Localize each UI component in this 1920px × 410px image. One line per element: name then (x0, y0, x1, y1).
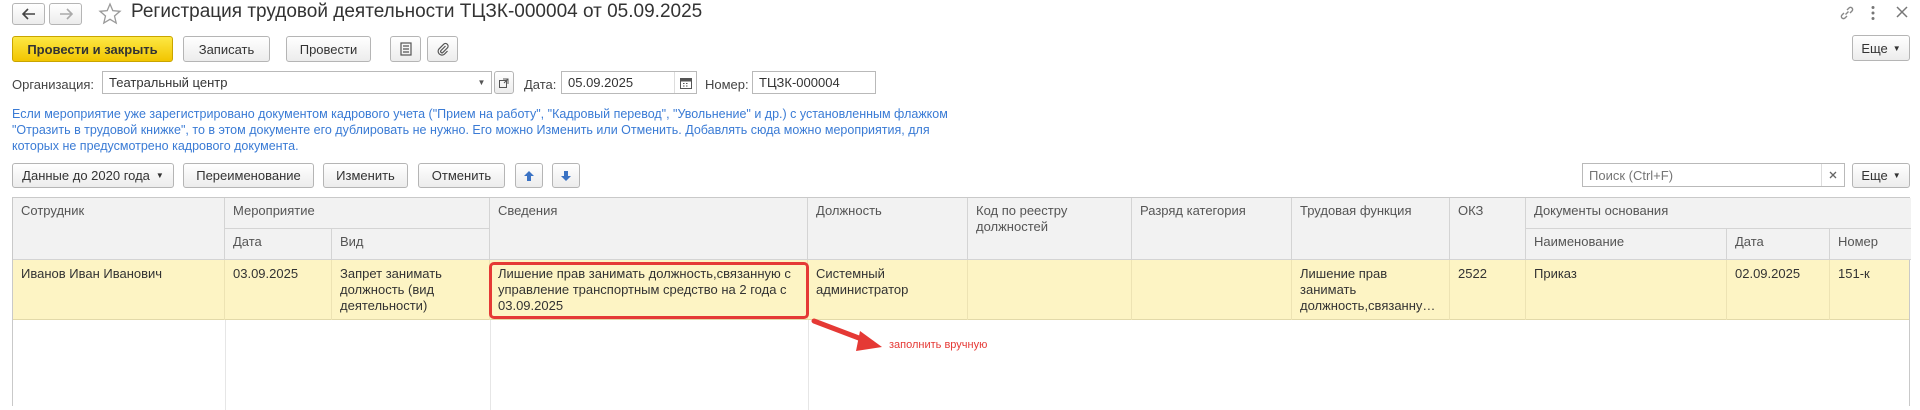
table-more-label: Еще (1861, 168, 1888, 183)
organization-open-button[interactable] (494, 71, 514, 94)
annotation-text: заполнить вручную (889, 339, 988, 351)
empty-table-area (13, 320, 1909, 410)
arrow-down-icon (561, 170, 571, 181)
back-button[interactable] (12, 3, 45, 25)
post-button[interactable]: Провести (286, 36, 371, 62)
info-text-line-3: которых не предусмотрено кадрового докум… (12, 139, 299, 153)
cell-okz: 2522 (1450, 260, 1526, 320)
organization-label: Организация: (12, 77, 95, 92)
move-up-button[interactable] (515, 163, 543, 188)
forward-button[interactable] (49, 3, 82, 25)
events-table: Сотрудник Мероприятие Дата Вид Сведения … (12, 197, 1911, 410)
attach-button[interactable] (427, 36, 458, 62)
details-highlight-box (489, 262, 809, 319)
calendar-button[interactable] (674, 72, 696, 93)
link-icon[interactable] (1839, 5, 1855, 21)
column-header-details[interactable]: Сведения (490, 198, 808, 260)
paperclip-icon (437, 42, 449, 56)
cell-doc-number: 151-к (1838, 266, 1870, 281)
page-title: Регистрация трудовой деятельности ТЦЗК-0… (131, 1, 703, 22)
post-and-close-button[interactable]: Провести и закрыть (12, 36, 173, 62)
column-header-doc-name[interactable]: Наименование (1526, 229, 1727, 260)
column-header-event-kind[interactable]: Вид (332, 229, 490, 260)
change-button[interactable]: Изменить (323, 163, 408, 188)
table-more-button[interactable]: Еще ▼ (1852, 163, 1910, 188)
annotation-arrow-icon (811, 318, 882, 351)
star-favorite-icon[interactable] (98, 2, 122, 26)
chevron-down-icon: ▼ (1892, 43, 1901, 53)
info-text-line-2: "Отразить в трудовой книжке", то в этом … (12, 123, 930, 137)
column-header-doc-number[interactable]: Номер (1830, 229, 1911, 260)
organization-field[interactable]: Театральный центр (102, 71, 492, 94)
more-button[interactable]: Еще ▼ (1852, 35, 1910, 61)
column-header-okz[interactable]: ОКЗ (1450, 198, 1526, 260)
cell-doc-date: 02.09.2025 (1727, 260, 1830, 320)
more-vertical-icon[interactable] (1870, 5, 1876, 21)
cell-doc-name: Приказ (1526, 260, 1727, 320)
open-window-icon (499, 78, 509, 88)
move-down-button[interactable] (552, 163, 580, 188)
cell-event-date: 03.09.2025 (225, 260, 332, 320)
organization-dropdown-button[interactable]: ▼ (472, 72, 491, 93)
report-button[interactable] (390, 36, 421, 62)
column-header-position[interactable]: Должность (808, 198, 968, 260)
arrow-right-icon (59, 8, 73, 20)
cell-event-kind: Запрет занимать должность (вид деятельно… (332, 260, 490, 320)
chevron-down-icon: ▼ (1892, 171, 1901, 180)
column-header-doc-date[interactable]: Дата (1727, 229, 1830, 260)
arrow-up-icon (524, 170, 534, 181)
number-field[interactable]: ТЦЗК-000004 (752, 71, 876, 94)
search-clear-button[interactable] (1821, 164, 1844, 186)
table-row[interactable]: Иванов Иван Иванович 03.09.2025 Запрет з… (13, 260, 1909, 320)
column-header-event-date[interactable]: Дата (225, 229, 332, 260)
data-before-2020-label: Данные до 2020 года (22, 168, 150, 183)
more-button-label: Еще (1861, 40, 1888, 56)
cell-grade (1132, 260, 1292, 320)
data-before-2020-button[interactable]: Данные до 2020 года ▼ (12, 163, 174, 188)
search-input[interactable] (1582, 163, 1845, 187)
chevron-down-icon: ▼ (155, 171, 164, 180)
column-header-labor-function[interactable]: Трудовая функция (1292, 198, 1450, 260)
calendar-icon (679, 77, 692, 89)
save-button[interactable]: Записать (183, 36, 270, 62)
close-icon[interactable] (1896, 6, 1908, 18)
arrow-left-icon (21, 8, 35, 20)
chevron-down-icon: ▼ (477, 78, 486, 87)
cell-registry-code (968, 260, 1132, 320)
column-header-registry-code[interactable]: Код по реестру должностей (968, 198, 1132, 260)
cancel-event-button[interactable]: Отменить (418, 163, 505, 188)
info-text-line-1: Если мероприятие уже зарегистрировано до… (12, 107, 948, 121)
date-label: Дата: (524, 77, 557, 92)
column-header-grade[interactable]: Разряд категория (1132, 198, 1292, 260)
column-header-event: Мероприятие (225, 198, 490, 229)
cell-position: Системный администратор (808, 260, 968, 320)
column-header-docs: Документы основания (1526, 198, 1911, 229)
number-label: Номер: (705, 77, 749, 92)
close-icon (1829, 171, 1837, 179)
column-header-employee[interactable]: Сотрудник (13, 198, 225, 260)
rename-button[interactable]: Переименование (183, 163, 314, 188)
report-list-icon (399, 42, 412, 56)
cell-employee: Иванов Иван Иванович (13, 260, 225, 320)
cell-labor-function: Лишение прав занимать должность,связанну… (1292, 260, 1450, 320)
